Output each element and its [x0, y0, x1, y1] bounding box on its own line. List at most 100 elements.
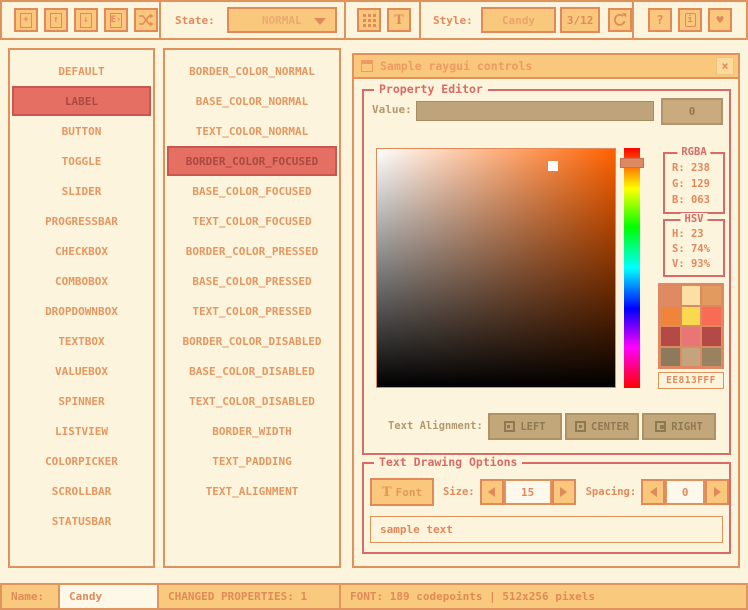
font-button[interactable]: T Font	[370, 478, 434, 506]
window-titlebar[interactable]: Sample raygui controls ×	[354, 55, 738, 79]
sample-text-box[interactable]: sample text	[370, 516, 723, 543]
swatch-cell[interactable]	[682, 348, 701, 367]
about-button[interactable]: i	[678, 8, 702, 32]
properties-list-item[interactable]: TEXT_PADDING	[167, 446, 337, 476]
load-style-button[interactable]: ↑	[44, 8, 68, 32]
properties-list: BORDER_COLOR_NORMALBASE_COLOR_NORMALTEXT…	[163, 48, 341, 568]
value-label: Value:	[372, 103, 412, 116]
value-box[interactable]: 0	[661, 98, 723, 125]
arrow-left-icon	[650, 487, 657, 497]
random-style-button[interactable]	[134, 8, 158, 32]
properties-list-item[interactable]: BASE_COLOR_DISABLED	[167, 356, 337, 386]
swatch-cell[interactable]	[702, 286, 721, 305]
main-area: DEFAULTLABELBUTTONTOGGLESLIDERPROGRESSBA…	[0, 40, 748, 583]
text-mode-button[interactable]: T	[387, 8, 411, 32]
hsv-h-value: H: 23	[665, 227, 723, 242]
swatch-cell[interactable]	[702, 348, 721, 367]
properties-list-item[interactable]: TEXT_COLOR_DISABLED	[167, 386, 337, 416]
properties-list-item[interactable]: BORDER_COLOR_NORMAL	[167, 56, 337, 86]
color-cursor[interactable]	[548, 161, 558, 171]
controls-list-item[interactable]: TOGGLE	[12, 146, 151, 176]
heart-icon: ♥	[716, 13, 723, 27]
save-style-button[interactable]: ↓	[74, 8, 98, 32]
properties-list-item[interactable]: TEXT_COLOR_PRESSED	[167, 296, 337, 326]
load-file-icon: ↑	[50, 13, 62, 28]
align-left-button[interactable]: LEFT	[488, 413, 562, 440]
file-section: + ↑ ↓ E›	[0, 0, 161, 40]
controls-list-item[interactable]: LISTVIEW	[12, 416, 151, 446]
reload-icon	[612, 12, 628, 28]
swatch-cell[interactable]	[682, 307, 701, 326]
controls-list-item[interactable]: TEXTBOX	[12, 326, 151, 356]
controls-list-item[interactable]: PROGRESSBAR	[12, 206, 151, 236]
style-index-box[interactable]: 3/12	[560, 7, 600, 33]
align-right-icon	[655, 421, 666, 432]
state-dropdown[interactable]: NORMAL	[227, 7, 337, 33]
text-options-row: T Font Size: 15 Spacing: 0	[370, 478, 723, 506]
properties-list-item[interactable]: BASE_COLOR_NORMAL	[167, 86, 337, 116]
reload-style-button[interactable]	[608, 8, 632, 32]
export-file-icon: E›	[110, 13, 122, 28]
align-center-button[interactable]: CENTER	[565, 413, 639, 440]
controls-list-item[interactable]: SCROLLBAR	[12, 476, 151, 506]
swatch-cell[interactable]	[682, 327, 701, 346]
properties-list-item[interactable]: TEXT_ALIGNMENT	[167, 476, 337, 506]
swatch-cell[interactable]	[702, 327, 721, 346]
controls-list-item[interactable]: STATUSBAR	[12, 506, 151, 536]
properties-list-item[interactable]: BORDER_COLOR_PRESSED	[167, 236, 337, 266]
rgba-group: RGBA R: 238 G: 129 B: 063	[663, 152, 725, 214]
hue-bar[interactable]	[624, 148, 640, 388]
new-style-button[interactable]: +	[14, 8, 38, 32]
close-icon[interactable]: ×	[716, 57, 734, 75]
align-right-button[interactable]: RIGHT	[642, 413, 716, 440]
size-value-box[interactable]: 15	[504, 479, 552, 505]
properties-list-item[interactable]: BASE_COLOR_PRESSED	[167, 266, 337, 296]
controls-list-item[interactable]: COMBOBOX	[12, 266, 151, 296]
hex-color-box[interactable]: EE813FFF	[658, 372, 724, 389]
properties-list-item[interactable]: BORDER_COLOR_DISABLED	[167, 326, 337, 356]
controls-list-item[interactable]: DROPDOWNBOX	[12, 296, 151, 326]
swatch-cell[interactable]	[702, 307, 721, 326]
help-button[interactable]: ?	[648, 8, 672, 32]
properties-list-item[interactable]: TEXT_COLOR_FOCUSED	[167, 206, 337, 236]
controls-list-item[interactable]: DEFAULT	[12, 56, 151, 86]
swatch-cell[interactable]	[661, 286, 680, 305]
value-slider[interactable]	[416, 101, 654, 121]
export-style-button[interactable]: E›	[104, 8, 128, 32]
align-left-label: LEFT	[520, 421, 545, 433]
size-decrease-button[interactable]	[480, 479, 504, 505]
controls-list-item[interactable]: CHECKBOX	[12, 236, 151, 266]
style-section: Style: Candy 3/12	[419, 0, 634, 40]
properties-list-item[interactable]: BORDER_WIDTH	[167, 416, 337, 446]
properties-list-item[interactable]: BORDER_COLOR_FOCUSED	[167, 146, 337, 176]
spacing-increase-button[interactable]	[705, 479, 729, 505]
align-center-label: CENTER	[591, 421, 629, 433]
rguistyler-app: + ↑ ↓ E› State: NORMAL	[0, 0, 748, 610]
hue-handle[interactable]	[620, 158, 644, 168]
style-name-input[interactable]: Candy	[58, 583, 159, 610]
controls-list-item[interactable]: LABEL	[12, 86, 151, 116]
swatch-cell[interactable]	[682, 286, 701, 305]
question-icon: ?	[656, 13, 663, 27]
color-panel[interactable]	[376, 148, 616, 388]
controls-list-item[interactable]: BUTTON	[12, 116, 151, 146]
rgba-b-value: B: 063	[665, 192, 723, 208]
style-name-button[interactable]: Candy	[481, 7, 557, 33]
properties-list-item[interactable]: BASE_COLOR_FOCUSED	[167, 176, 337, 206]
sponsor-button[interactable]: ♥	[708, 8, 732, 32]
swatch-cell[interactable]	[661, 327, 680, 346]
font-info-status: FONT: 189 codepoints | 512x256 pixels	[339, 583, 748, 610]
table-view-button[interactable]	[357, 8, 381, 32]
controls-list-item[interactable]: SLIDER	[12, 176, 151, 206]
spacing-decrease-button[interactable]	[641, 479, 665, 505]
swatch-cell[interactable]	[661, 307, 680, 326]
statusbar: Name: Candy CHANGED PROPERTIES: 1 FONT: …	[0, 583, 748, 610]
properties-list-item[interactable]: TEXT_COLOR_NORMAL	[167, 116, 337, 146]
controls-list-item[interactable]: COLORPICKER	[12, 446, 151, 476]
controls-list-item[interactable]: SPINNER	[12, 386, 151, 416]
swatch-cell[interactable]	[661, 348, 680, 367]
size-increase-button[interactable]	[552, 479, 576, 505]
align-left-icon	[504, 421, 515, 432]
spacing-value-box[interactable]: 0	[665, 479, 705, 505]
controls-list-item[interactable]: VALUEBOX	[12, 356, 151, 386]
